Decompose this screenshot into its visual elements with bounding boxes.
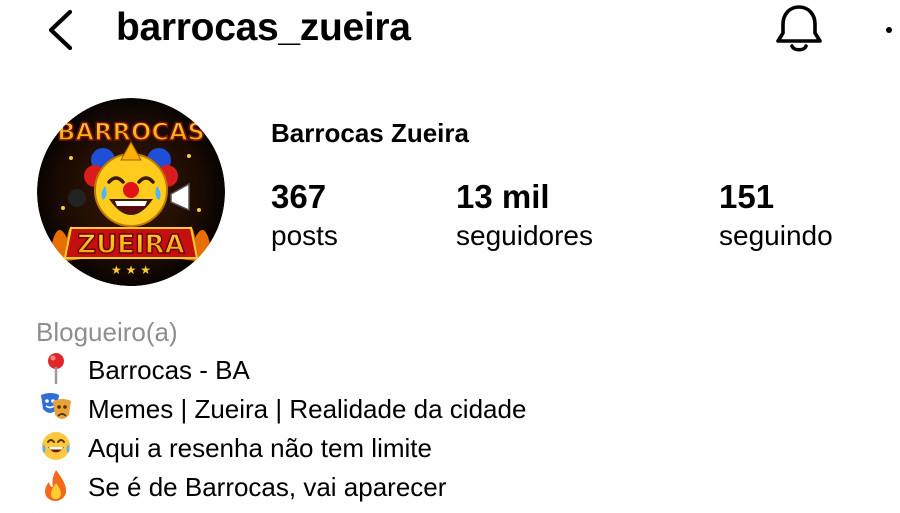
notifications-button[interactable]: [772, 3, 826, 55]
stat-followers[interactable]: 13 mil seguidores: [456, 176, 593, 254]
stat-following-value: 151: [719, 178, 775, 215]
bio-tagline-text: Aqui a resenha não tem limite: [88, 433, 432, 463]
bio-line: Aqui a resenha não tem limite: [36, 429, 896, 468]
profile-username: barrocas_zueira: [116, 6, 411, 49]
stat-following-label: seguindo: [719, 220, 833, 251]
bio-description-text: Memes | Zueira | Realidade da cidade: [88, 394, 527, 424]
stat-followers-label: seguidores: [456, 220, 593, 251]
bio-location-text: Barrocas - BA: [88, 355, 250, 385]
stat-followers-value: 13 mil: [456, 178, 550, 215]
bio-closing-text: Se é de Barrocas, vai aparecer: [88, 472, 447, 502]
profile-bio: Blogueiro(a) Barrocas - BA Memes | Zueir…: [36, 313, 896, 507]
profile-avatar[interactable]: BARROCAS ZUEIRA ★ ★ ★: [37, 98, 225, 286]
back-button[interactable]: [40, 6, 80, 52]
avatar-logo-image: BARROCAS ZUEIRA ★ ★ ★: [37, 98, 225, 286]
more-options-button[interactable]: [878, 12, 900, 48]
profile-category: Blogueiro(a): [36, 317, 178, 347]
top-bar: barrocas_zueira: [0, 0, 900, 60]
theater-masks-icon: [36, 391, 76, 421]
profile-display-name: Barrocas Zueira: [271, 118, 469, 148]
bio-line: Se é de Barrocas, vai aparecer: [36, 468, 896, 507]
stat-posts-value: 367: [271, 178, 327, 215]
more-dots-icon: [886, 27, 892, 33]
chevron-left-icon: [48, 9, 73, 51]
stat-following[interactable]: 151 seguindo: [719, 176, 833, 254]
stat-posts[interactable]: 367 posts: [271, 176, 338, 254]
fire-icon: [36, 469, 76, 501]
stat-posts-label: posts: [271, 220, 338, 251]
avatar-text-top: BARROCAS: [57, 118, 205, 146]
bio-line: Memes | Zueira | Realidade da cidade: [36, 390, 896, 429]
pin-icon: [36, 352, 76, 385]
bell-icon: [776, 5, 822, 52]
svg-text:★ ★ ★: ★ ★ ★: [111, 263, 151, 277]
bio-line: Barrocas - BA: [36, 351, 896, 390]
laughing-emoji-icon: [36, 430, 76, 460]
avatar-text-bottom: ZUEIRA: [77, 230, 185, 260]
